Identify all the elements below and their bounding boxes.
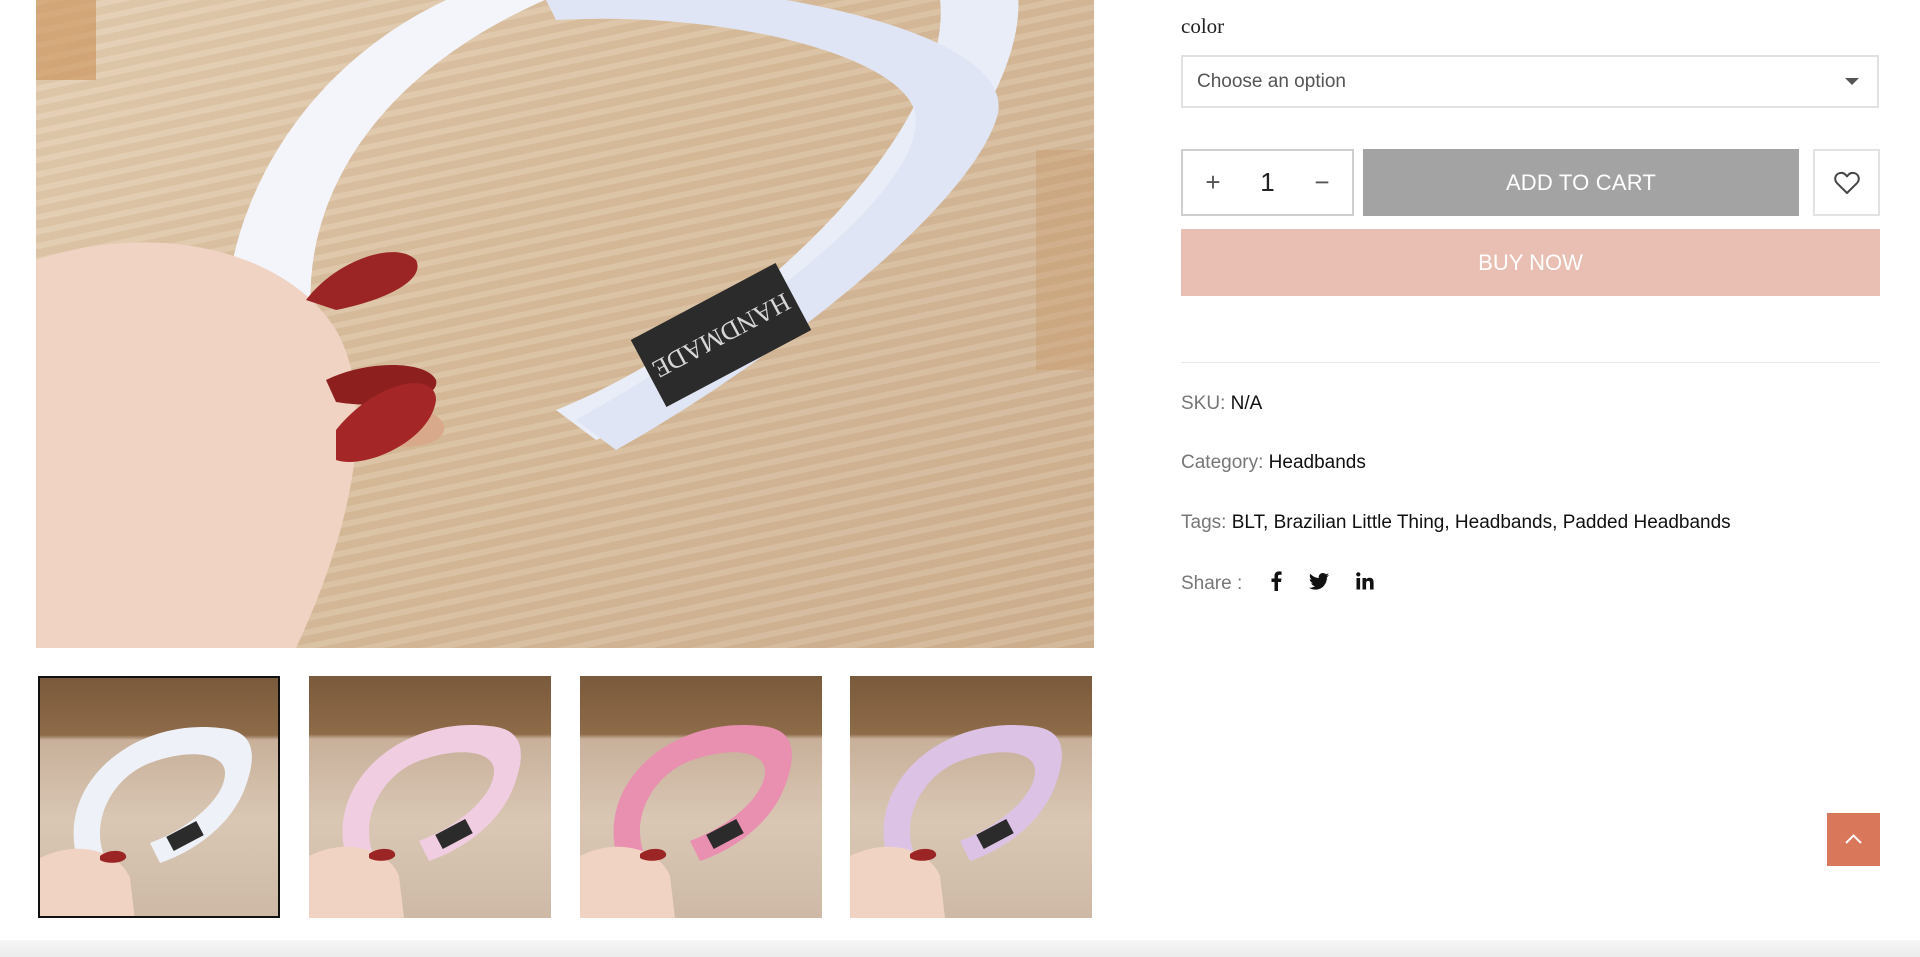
sku-label: SKU:	[1181, 393, 1226, 414]
share-label: Share :	[1181, 573, 1243, 595]
wishlist-button[interactable]	[1813, 149, 1880, 216]
quantity-stepper: + 1 −	[1181, 149, 1354, 216]
thumbnail-image	[850, 725, 1062, 918]
chevron-down-icon	[1845, 78, 1859, 85]
category-row: Category: Headbands	[1181, 452, 1366, 474]
color-select-value: Choose an option	[1197, 71, 1346, 92]
thumbnail-image	[40, 727, 252, 916]
linkedin-icon[interactable]	[1356, 572, 1374, 596]
quantity-decrease-button[interactable]: −	[1300, 151, 1344, 214]
tags-row: Tags: BLT, Brazilian Little Thing, Headb…	[1181, 512, 1731, 533]
quantity-increase-button[interactable]: +	[1191, 151, 1235, 214]
thumbnail-image	[309, 725, 521, 918]
category-label: Category:	[1181, 452, 1264, 473]
color-select[interactable]: Choose an option	[1181, 55, 1879, 108]
buy-now-button[interactable]: BUY NOW	[1181, 229, 1880, 296]
tag-link[interactable]: BLT	[1232, 512, 1263, 533]
chevron-up-icon	[1845, 834, 1862, 844]
heart-icon	[1834, 171, 1860, 194]
category-link[interactable]: Headbands	[1269, 452, 1366, 473]
main-product-image[interactable]: HANDMADE	[36, 0, 1094, 648]
page-footer-edge	[0, 940, 1920, 957]
quantity-input[interactable]: 1	[1235, 151, 1300, 214]
tag-link[interactable]: Headbands	[1455, 512, 1552, 533]
sku-value: N/A	[1230, 393, 1263, 414]
divider	[1181, 362, 1880, 363]
thumbnail-image	[580, 725, 792, 918]
add-to-cart-button[interactable]: ADD TO CART	[1363, 149, 1799, 216]
color-label: color	[1181, 14, 1225, 38]
headband-photo: HANDMADE	[36, 0, 1094, 648]
share-row: Share :	[1181, 571, 1374, 597]
thumbnail-strip	[38, 676, 1094, 918]
thumbnail-pink[interactable]	[580, 676, 822, 918]
sku-row: SKU: N/A	[1181, 393, 1262, 415]
back-to-top-button[interactable]	[1827, 813, 1880, 866]
thumbnail-white[interactable]	[38, 676, 280, 918]
thumbnail-light-pink[interactable]	[309, 676, 551, 918]
facebook-icon[interactable]	[1270, 571, 1282, 597]
tag-link[interactable]: Padded Headbands	[1563, 512, 1731, 533]
tag-link[interactable]: Brazilian Little Thing	[1274, 512, 1445, 533]
thumbnail-lavender[interactable]	[850, 676, 1092, 918]
tags-label: Tags:	[1181, 512, 1227, 533]
twitter-icon[interactable]	[1308, 572, 1329, 596]
